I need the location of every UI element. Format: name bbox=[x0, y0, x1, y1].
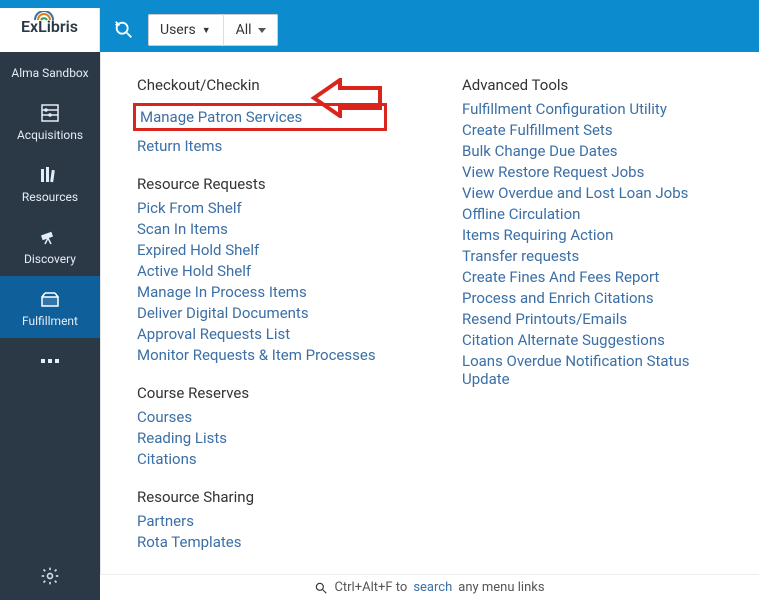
caret-down-icon bbox=[258, 28, 266, 33]
link-loans-overdue-notification[interactable]: Loans Overdue Notification Status Update bbox=[462, 352, 731, 388]
link-fulfillment-config-utility[interactable]: Fulfillment Configuration Utility bbox=[462, 100, 731, 118]
search-type-select[interactable]: Users ▼ bbox=[148, 14, 224, 46]
search-type-label: Users bbox=[160, 22, 196, 38]
link-process-enrich-citations[interactable]: Process and Enrich Citations bbox=[462, 289, 731, 307]
sidebar-item-fulfillment[interactable]: Fulfillment bbox=[0, 276, 100, 338]
hint-post: any menu links bbox=[458, 580, 544, 595]
search-scope-label: All bbox=[236, 22, 252, 38]
sidebar-item-label: Acquisitions bbox=[17, 128, 83, 142]
link-resend-printouts-emails[interactable]: Resend Printouts/Emails bbox=[462, 310, 731, 328]
hint-search-link[interactable]: search bbox=[413, 580, 452, 595]
sidebar-settings[interactable] bbox=[0, 552, 100, 600]
sidebar-item-label: Discovery bbox=[24, 252, 76, 266]
hint-pre: Ctrl+Alt+F to bbox=[334, 580, 407, 595]
link-transfer-requests[interactable]: Transfer requests bbox=[462, 247, 731, 265]
link-offline-circulation[interactable]: Offline Circulation bbox=[462, 205, 731, 223]
topbar-stripe bbox=[0, 0, 759, 8]
sidebar-item-more[interactable] bbox=[0, 338, 100, 386]
group-title: Course Reserves bbox=[137, 384, 406, 402]
telescope-icon bbox=[39, 226, 61, 248]
fulfillment-menu-panel: Checkout/Checkin Manage Patron Services … bbox=[100, 52, 759, 574]
books-icon bbox=[39, 164, 61, 186]
link-approval-requests-list[interactable]: Approval Requests List bbox=[137, 325, 406, 343]
sidebar-item-label: Alma Sandbox bbox=[11, 66, 88, 80]
topbar: Users ▼ All bbox=[100, 8, 759, 52]
sidebar-item-resources[interactable]: Resources bbox=[0, 152, 100, 214]
link-manage-in-process-items[interactable]: Manage In Process Items bbox=[137, 283, 406, 301]
quick-search-icon[interactable] bbox=[108, 14, 140, 46]
caret-down-icon: ▼ bbox=[202, 25, 211, 36]
search-scope-select[interactable]: All bbox=[224, 14, 278, 46]
link-view-overdue-lost-loan-jobs[interactable]: View Overdue and Lost Loan Jobs bbox=[462, 184, 731, 202]
link-citations[interactable]: Citations bbox=[137, 450, 406, 468]
abacus-icon bbox=[39, 102, 61, 124]
link-view-restore-request-jobs[interactable]: View Restore Request Jobs bbox=[462, 163, 731, 181]
sidebar: Alma Sandbox Acquisitions Resources bbox=[0, 52, 100, 600]
sidebar-item-discovery[interactable]: Discovery bbox=[0, 214, 100, 276]
more-icon bbox=[39, 350, 61, 372]
group-title: Resource Sharing bbox=[137, 488, 406, 506]
link-return-items[interactable]: Return Items bbox=[137, 137, 406, 155]
link-rota-templates[interactable]: Rota Templates bbox=[137, 533, 406, 551]
link-create-fulfillment-sets[interactable]: Create Fulfillment Sets bbox=[462, 121, 731, 139]
logo: ExLibris bbox=[21, 17, 78, 36]
group-title: Checkout/Checkin bbox=[137, 76, 406, 94]
search-category-box: Users ▼ All bbox=[148, 14, 278, 46]
sidebar-item-acquisitions[interactable]: Acquisitions bbox=[0, 90, 100, 152]
sidebar-spacer bbox=[0, 386, 100, 552]
link-create-fines-fees-report[interactable]: Create Fines And Fees Report bbox=[462, 268, 731, 286]
search-hint-bar: Ctrl+Alt+F to search any menu links bbox=[100, 574, 759, 600]
gear-icon bbox=[40, 566, 60, 586]
link-partners[interactable]: Partners bbox=[137, 512, 406, 530]
right-column: Advanced Tools Fulfillment Configuration… bbox=[462, 76, 731, 554]
box-open-icon bbox=[39, 288, 61, 310]
link-active-hold-shelf[interactable]: Active Hold Shelf bbox=[137, 262, 406, 280]
link-reading-lists[interactable]: Reading Lists bbox=[137, 429, 406, 447]
link-monitor-requests-item-processes[interactable]: Monitor Requests & Item Processes bbox=[137, 346, 406, 364]
logo-arc-icon bbox=[34, 11, 54, 21]
sidebar-item-label: Resources bbox=[22, 190, 78, 204]
link-items-requiring-action[interactable]: Items Requiring Action bbox=[462, 226, 731, 244]
group-title: Advanced Tools bbox=[462, 76, 731, 94]
link-courses[interactable]: Courses bbox=[137, 408, 406, 426]
search-icon bbox=[314, 581, 328, 595]
left-column: Checkout/Checkin Manage Patron Services … bbox=[137, 76, 406, 554]
link-manage-patron-services[interactable]: Manage Patron Services bbox=[133, 103, 387, 131]
group-title: Resource Requests bbox=[137, 175, 406, 193]
link-scan-in-items[interactable]: Scan In Items bbox=[137, 220, 406, 238]
link-pick-from-shelf[interactable]: Pick From Shelf bbox=[137, 199, 406, 217]
link-citation-alternate-suggestions[interactable]: Citation Alternate Suggestions bbox=[462, 331, 731, 349]
sidebar-item-label: Fulfillment bbox=[22, 314, 78, 328]
link-deliver-digital-documents[interactable]: Deliver Digital Documents bbox=[137, 304, 406, 322]
link-expired-hold-shelf[interactable]: Expired Hold Shelf bbox=[137, 241, 406, 259]
sidebar-item-alma-sandbox[interactable]: Alma Sandbox bbox=[0, 52, 100, 90]
link-bulk-change-due-dates[interactable]: Bulk Change Due Dates bbox=[462, 142, 731, 160]
